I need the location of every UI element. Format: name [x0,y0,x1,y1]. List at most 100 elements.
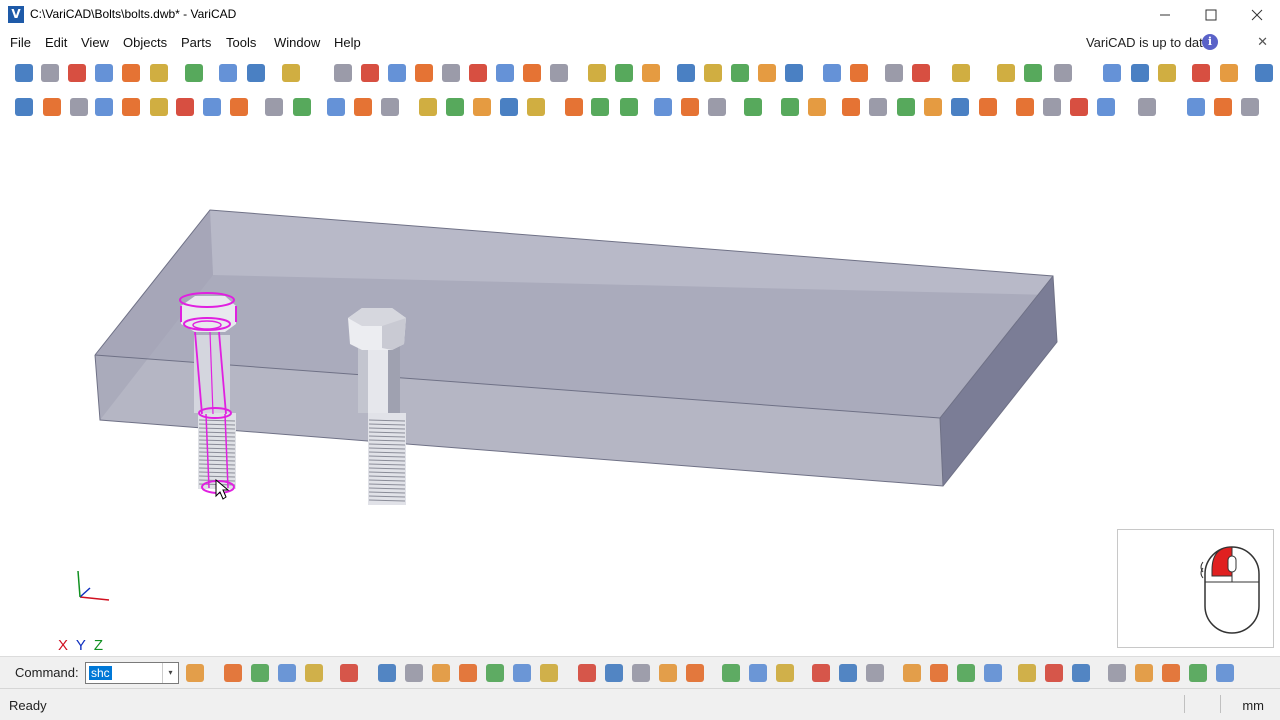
toolbar-tool-icon[interactable] [381,98,399,116]
command-tool-icon[interactable] [686,664,704,682]
toolbar-tool-icon[interactable] [496,64,514,82]
toolbar-tool-icon[interactable] [122,98,140,116]
toolbar-tool-icon[interactable] [1255,64,1273,82]
toolbar-tool-icon[interactable] [354,98,372,116]
toolbar-tool-icon[interactable] [68,64,86,82]
toolbar-tool-icon[interactable] [952,64,970,82]
toolbar-tool-icon[interactable] [185,64,203,82]
toolbar-tool-icon[interactable] [500,98,518,116]
toolbar-tool-icon[interactable] [565,98,583,116]
toolbar-tool-icon[interactable] [850,64,868,82]
toolbar-tool-icon[interactable] [731,64,749,82]
toolbar-tool-icon[interactable] [523,64,541,82]
model-canvas[interactable] [0,124,1280,656]
minimize-button[interactable] [1142,0,1188,30]
command-tool-icon[interactable] [405,664,423,682]
command-tool-icon[interactable] [1018,664,1036,682]
menu-tools[interactable]: Tools [226,35,256,50]
menu-file[interactable]: File [10,35,31,50]
toolbar-tool-icon[interactable] [620,98,638,116]
command-tool-icon[interactable] [1189,664,1207,682]
menu-objects[interactable]: Objects [123,35,167,50]
toolbar-tool-icon[interactable] [677,64,695,82]
command-tool-icon[interactable] [1045,664,1063,682]
command-tool-icon[interactable] [1135,664,1153,682]
command-tool-icon[interactable] [1162,664,1180,682]
toolbar-tool-icon[interactable] [924,98,942,116]
toolbar-tool-icon[interactable] [869,98,887,116]
toolbar-tool-icon[interactable] [388,64,406,82]
toolbar-tool-icon[interactable] [591,98,609,116]
toolbar-tool-icon[interactable] [1016,98,1034,116]
toolbar-tool-icon[interactable] [704,64,722,82]
toolbar-tool-icon[interactable] [1103,64,1121,82]
command-tool-icon[interactable] [340,664,358,682]
toolbar-tool-icon[interactable] [1192,64,1210,82]
toolbar-tool-icon[interactable] [1187,98,1205,116]
toolbar-tool-icon[interactable] [785,64,803,82]
menu-parts[interactable]: Parts [181,35,211,50]
command-tool-icon[interactable] [513,664,531,682]
toolbar-tool-icon[interactable] [654,98,672,116]
toolbar-tool-icon[interactable] [708,98,726,116]
command-tool-icon[interactable] [486,664,504,682]
toolbar-tool-icon[interactable] [897,98,915,116]
toolbar-tool-icon[interactable] [1131,64,1149,82]
update-note-close-icon[interactable]: ✕ [1257,34,1268,50]
toolbar-tool-icon[interactable] [469,64,487,82]
command-tool-icon[interactable] [839,664,857,682]
command-tool-icon[interactable] [957,664,975,682]
close-button[interactable] [1234,0,1280,30]
toolbar-tool-icon[interactable] [1241,98,1259,116]
toolbar-tool-icon[interactable] [419,98,437,116]
toolbar-tool-icon[interactable] [265,98,283,116]
command-tool-icon[interactable] [659,664,677,682]
toolbar-tool-icon[interactable] [781,98,799,116]
toolbar-tool-icon[interactable] [979,98,997,116]
toolbar-tool-icon[interactable] [442,64,460,82]
toolbar-tool-icon[interactable] [642,64,660,82]
toolbar-tool-icon[interactable] [615,64,633,82]
toolbar-tool-icon[interactable] [203,98,221,116]
command-tool-icon[interactable] [305,664,323,682]
toolbar-tool-icon[interactable] [150,98,168,116]
toolbar-tool-icon[interactable] [1220,64,1238,82]
toolbar-tool-icon[interactable] [1054,64,1072,82]
command-tool-icon[interactable] [432,664,450,682]
command-tool-icon[interactable] [776,664,794,682]
toolbar-tool-icon[interactable] [15,98,33,116]
toolbar-tool-icon[interactable] [415,64,433,82]
toolbar-tool-icon[interactable] [334,64,352,82]
toolbar-tool-icon[interactable] [122,64,140,82]
toolbar-tool-icon[interactable] [176,98,194,116]
command-tool-icon[interactable] [251,664,269,682]
toolbar-tool-icon[interactable] [758,64,776,82]
command-tool-icon[interactable] [812,664,830,682]
toolbar-tool-icon[interactable] [1070,98,1088,116]
command-input[interactable]: shc ▾ [85,662,179,684]
toolbar-tool-icon[interactable] [550,64,568,82]
toolbar-tool-icon[interactable] [681,98,699,116]
toolbar-tool-icon[interactable] [808,98,826,116]
toolbar-tool-icon[interactable] [1138,98,1156,116]
toolbar-tool-icon[interactable] [327,98,345,116]
toolbar-tool-icon[interactable] [15,64,33,82]
command-tool-icon[interactable] [378,664,396,682]
toolbar-tool-icon[interactable] [361,64,379,82]
toolbar-tool-icon[interactable] [912,64,930,82]
toolbar-tool-icon[interactable] [95,98,113,116]
command-tool-icon[interactable] [984,664,1002,682]
toolbar-tool-icon[interactable] [1097,98,1115,116]
toolbar-tool-icon[interactable] [473,98,491,116]
command-input-value[interactable]: shc [89,666,112,680]
command-tool-icon[interactable] [1072,664,1090,682]
toolbar-tool-icon[interactable] [588,64,606,82]
toolbar-tool-icon[interactable] [43,98,61,116]
toolbar-tool-icon[interactable] [150,64,168,82]
menu-edit[interactable]: Edit [45,35,67,50]
toolbar-tool-icon[interactable] [1043,98,1061,116]
command-tool-icon[interactable] [1108,664,1126,682]
command-tool-icon[interactable] [578,664,596,682]
command-tool-icon[interactable] [632,664,650,682]
menu-help[interactable]: Help [334,35,361,50]
